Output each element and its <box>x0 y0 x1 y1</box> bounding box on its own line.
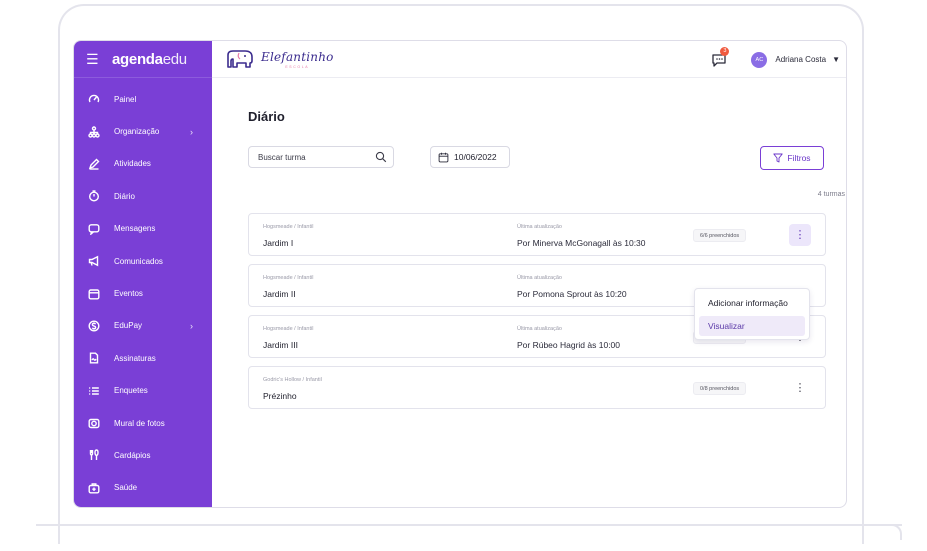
laptop-base <box>36 524 902 526</box>
calendar-icon <box>87 287 101 301</box>
sidebar-item-eventos[interactable]: Eventos <box>74 277 212 309</box>
sidebar-item-label: Cardápios <box>114 450 151 460</box>
school-logo-text: Elefantinho ESCOLA <box>261 50 334 69</box>
sidebar-item-label: Enquetes <box>114 386 148 396</box>
filled-badge: 6/6 preenchidos <box>693 229 747 242</box>
filter-button[interactable]: Filtros <box>760 146 824 170</box>
camera-icon <box>87 416 101 430</box>
class-name: Jardim III <box>263 340 298 350</box>
brand-logo: agendaedu <box>112 50 187 68</box>
table-row[interactable]: Godric's Hollow / Infantil Prézinho 0/8 pr… <box>248 366 826 409</box>
sidebar-item-label: Diário <box>114 191 135 201</box>
sidebar-item-label: Eventos <box>114 289 143 299</box>
messages-button[interactable]: 3 <box>711 46 730 68</box>
sidebar-item-assinaturas[interactable]: Assinaturas <box>74 342 212 374</box>
pencil-icon <box>87 157 101 171</box>
last-update-label: Última atualização <box>517 224 562 230</box>
sidebar-item-enquetes[interactable]: Enquetes <box>74 375 212 407</box>
main-content: Diário 10/06/2022 Filtros 4 turmas Hogsm… <box>212 78 846 507</box>
class-name: Jardim II <box>263 289 296 299</box>
app-screen: ☰ agendaedu Painel Organização › Atividades… <box>73 40 847 508</box>
school-unit: Hogsmeade / Infantil <box>263 275 314 281</box>
sidebar: ☰ agendaedu Painel Organização › Atividades… <box>74 41 212 507</box>
gauge-icon <box>87 92 101 106</box>
timer-icon <box>87 189 101 203</box>
chevron-right-icon: › <box>190 320 193 331</box>
sidebar-item-label: Mural de fotos <box>114 418 165 428</box>
elephant-logo-icon <box>227 50 253 68</box>
user-name[interactable]: Adriana Costa <box>775 55 826 64</box>
search-input[interactable] <box>258 152 368 162</box>
notification-badge: 3 <box>720 46 730 56</box>
avatar[interactable]: AC <box>751 51 768 68</box>
sidebar-item-atividades[interactable]: Atividades <box>74 148 212 180</box>
sidebar-item-mural-de-fotos[interactable]: Mural de fotos <box>74 407 212 439</box>
caret-down-icon[interactable]: ▼ <box>832 55 840 64</box>
class-count: 4 turmas <box>817 191 845 198</box>
row-actions-dropdown: Adicionar informação Visualizar <box>694 288 810 340</box>
dollar-circle-icon <box>87 319 101 333</box>
chevron-right-icon: › <box>190 126 193 137</box>
last-update-label: Última atualização <box>517 275 562 281</box>
date-picker-button[interactable]: 10/06/2022 <box>430 146 510 168</box>
dropdown-item-visualizar[interactable]: Visualizar <box>699 316 805 336</box>
sidebar-item-label: Painel <box>114 94 137 104</box>
poll-list-icon <box>87 384 101 398</box>
kebab-menu-icon[interactable]: ⋮ <box>789 377 811 399</box>
hamburger-menu-icon[interactable]: ☰ <box>86 51 106 68</box>
top-bar: Elefantinho ESCOLA 3 AC Adriana Costa ▼ <box>212 41 846 78</box>
megaphone-icon <box>87 254 101 268</box>
sidebar-item-label: Atividades <box>114 159 151 169</box>
last-update-label: Última atualização <box>517 326 562 332</box>
sidebar-item-label: Mensagens <box>114 224 156 234</box>
school-unit: Hogsmeade / Infantil <box>263 224 314 230</box>
laptop-base-corner <box>890 524 902 540</box>
school-logo: Elefantinho ESCOLA <box>225 49 334 69</box>
search-box <box>248 146 394 168</box>
sidebar-header: ☰ agendaedu <box>74 41 212 78</box>
sidebar-item-mensagens[interactable]: Mensagens <box>74 213 212 245</box>
filter-label: Filtros <box>787 153 811 163</box>
dropdown-item-adicionar-informacao[interactable]: Adicionar informação <box>699 293 805 313</box>
cutlery-icon <box>87 448 101 462</box>
table-row[interactable]: Hogsmeade / Infantil Jardim I Última atual… <box>248 213 826 256</box>
school-unit: Godric's Hollow / Infantil <box>263 377 322 383</box>
sidebar-item-cardapios[interactable]: Cardápios <box>74 439 212 471</box>
stage: ☰ agendaedu Painel Organização › Atividades… <box>0 0 927 551</box>
signature-doc-icon <box>87 351 101 365</box>
sidebar-item-label: Organização <box>114 127 160 137</box>
last-update: Por Minerva McGonagall às 10:30 <box>517 238 646 248</box>
sidebar-item-edupay[interactable]: EduPay › <box>74 310 212 342</box>
filter-icon <box>773 153 784 163</box>
sidebar-item-label: Comunicados <box>114 256 163 266</box>
sidebar-item-painel[interactable]: Painel <box>74 83 212 115</box>
date-value: 10/06/2022 <box>454 152 497 162</box>
sidebar-item-label: Assinaturas <box>114 353 156 363</box>
class-name: Prézinho <box>263 391 297 401</box>
search-icon[interactable] <box>375 151 387 163</box>
sidebar-nav: Painel Organização › Atividades Diário Mensag… <box>74 83 212 504</box>
chat-bubble-icon <box>87 222 101 236</box>
school-name: Elefantinho <box>261 49 334 64</box>
top-bar-actions: 3 AC Adriana Costa ▼ <box>711 41 840 78</box>
medical-kit-icon <box>87 481 101 495</box>
kebab-menu-icon[interactable]: ⋮ <box>789 224 811 246</box>
sidebar-item-comunicados[interactable]: Comunicados <box>74 245 212 277</box>
sidebar-item-organizacao[interactable]: Organização › <box>74 115 212 147</box>
school-subtitle: ESCOLA <box>285 64 310 69</box>
filled-badge: 0/8 preenchidos <box>693 382 747 395</box>
sidebar-item-label: Saúde <box>114 483 138 493</box>
sidebar-item-saude[interactable]: Saúde <box>74 472 212 504</box>
sidebar-item-label: EduPay <box>114 321 143 331</box>
page-title: Diário <box>248 109 285 124</box>
school-unit: Hogsmeade / Infantil <box>263 326 314 332</box>
class-name: Jardim I <box>263 238 294 248</box>
org-tree-icon <box>87 125 101 139</box>
calendar-icon <box>438 152 449 162</box>
last-update: Por Pomona Sprout às 10:20 <box>517 289 627 299</box>
sidebar-item-diario[interactable]: Diário <box>74 180 212 212</box>
last-update: Por Rúbeo Hagrid às 10:00 <box>517 340 621 350</box>
